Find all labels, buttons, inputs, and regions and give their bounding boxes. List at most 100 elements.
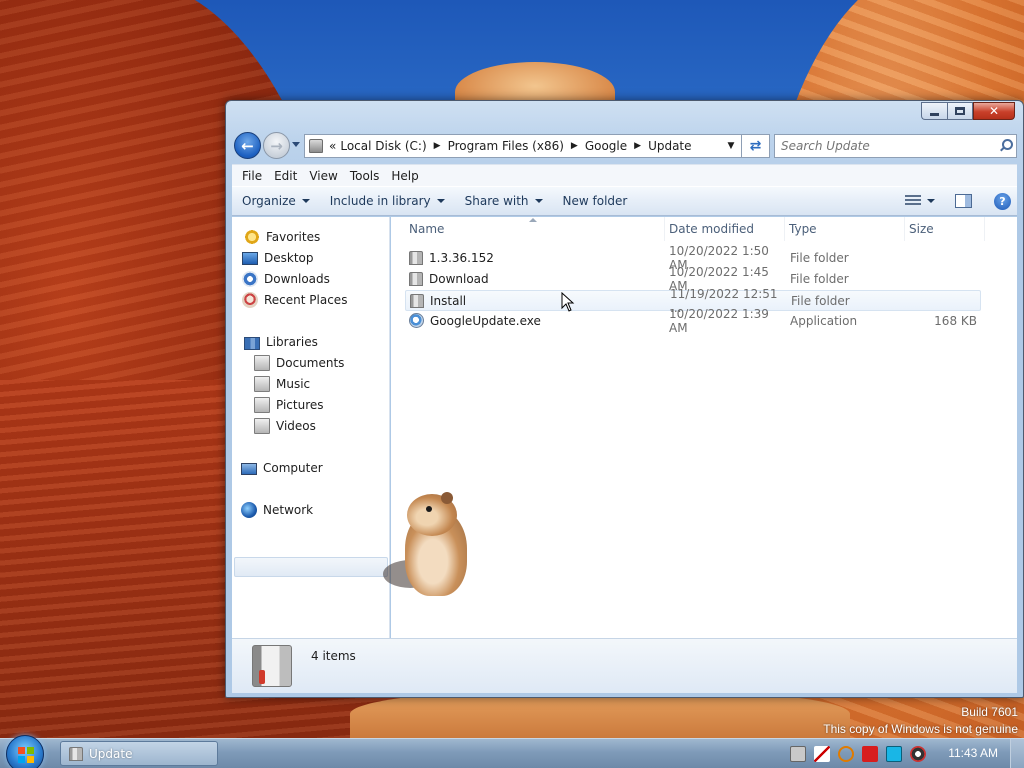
search-icon[interactable] [999, 139, 1013, 153]
start-button[interactable] [6, 735, 44, 768]
hamster-ear [441, 492, 453, 504]
breadcrumb-local-disk[interactable]: Local Disk (C:) [338, 139, 428, 153]
back-button[interactable]: ← [234, 132, 261, 159]
hamster-pet-image[interactable] [383, 490, 473, 600]
navigation-pane: Favorites Desktop Downloads Recent Place… [232, 217, 390, 638]
music-icon [254, 376, 270, 392]
show-desktop-button[interactable] [1010, 739, 1024, 768]
forward-button[interactable]: → [263, 132, 290, 159]
menu-tools[interactable]: Tools [344, 169, 386, 183]
preview-pane-icon[interactable] [955, 194, 972, 208]
back-arrow-icon: ← [241, 136, 254, 155]
refresh-icon: ⇄ [749, 138, 762, 154]
file-name-cell: GoogleUpdate.exe [409, 311, 659, 330]
downloads-icon [242, 271, 258, 287]
breadcrumb-update[interactable]: Update [646, 139, 693, 153]
breadcrumb-program-files[interactable]: Program Files (x86) [446, 139, 566, 153]
desktop-icon [242, 252, 258, 265]
tray-search-icon[interactable] [838, 746, 854, 762]
clock[interactable]: 11:43 AM [948, 746, 998, 760]
nav-downloads[interactable]: Downloads [232, 269, 389, 289]
file-name: Install [430, 293, 467, 308]
chevron-down-icon [534, 199, 543, 203]
menu-help[interactable]: Help [385, 169, 424, 183]
nav-recent-places[interactable]: Recent Places [232, 290, 389, 310]
include-in-library-button[interactable]: Include in library [320, 194, 455, 208]
address-bar[interactable]: « Local Disk (C:) ▶ Program Files (x86) … [304, 134, 742, 158]
new-folder-button[interactable]: New folder [553, 194, 638, 208]
menu-view[interactable]: View [303, 169, 343, 183]
forward-arrow-icon: → [270, 136, 283, 155]
nav-music[interactable]: Music [232, 374, 389, 394]
tray-monitor-icon[interactable] [886, 746, 902, 762]
column-header-type[interactable]: Type [785, 217, 905, 241]
breadcrumb-separator-icon[interactable]: ▶ [629, 141, 646, 151]
nav-documents[interactable]: Documents [232, 353, 389, 373]
nav-computer[interactable] [234, 557, 388, 577]
share-with-button[interactable]: Share with [455, 194, 553, 208]
nav-desktop-label: Desktop [264, 251, 314, 265]
breadcrumb-separator-icon[interactable]: ▶ [429, 141, 446, 151]
nav-videos[interactable]: Videos [232, 416, 389, 436]
maximize-button[interactable] [947, 102, 973, 120]
taskbar-item-label: Update [89, 746, 133, 761]
column-size-label: Size [909, 222, 934, 236]
menu-file[interactable]: File [236, 169, 268, 183]
tray-speaker-icon[interactable] [910, 746, 926, 762]
nav-pictures[interactable]: Pictures [232, 395, 389, 415]
minimize-button[interactable] [921, 102, 947, 120]
table-row[interactable]: GoogleUpdate.exe 10/20/2022 1:39 AM Appl… [405, 307, 981, 335]
nav-favorites[interactable]: Favorites [232, 227, 389, 247]
command-bar-right: ? [905, 192, 1017, 210]
folder-large-icon [252, 645, 292, 687]
organize-label: Organize [242, 194, 296, 208]
minimize-icon [930, 112, 939, 116]
application-icon [409, 313, 424, 328]
file-name-cell: Download [409, 269, 659, 288]
details-pane: 4 items [232, 638, 1017, 693]
breadcrumb-separator-icon[interactable]: ▶ [566, 141, 583, 151]
file-size [906, 291, 978, 310]
tray-app-icon[interactable] [790, 746, 806, 762]
file-name-cell: Install [410, 291, 660, 310]
change-view-icon[interactable] [905, 195, 921, 207]
nav-favorites-label: Favorites [266, 230, 321, 244]
column-header-size[interactable]: Size [905, 217, 985, 241]
nav-recent-places-label: Recent Places [264, 293, 348, 307]
column-headers: Name Date modified Type Size [391, 217, 1017, 241]
file-name: GoogleUpdate.exe [430, 313, 541, 328]
caption-buttons: ✕ [921, 102, 1015, 120]
star-icon [244, 229, 260, 245]
recent-pages-dropdown[interactable] [292, 142, 300, 147]
menu-edit[interactable]: Edit [268, 169, 303, 183]
close-icon: ✕ [988, 104, 1000, 118]
column-header-name[interactable]: Name [405, 217, 665, 241]
nav-videos-label: Videos [276, 419, 316, 433]
file-size [905, 269, 977, 288]
nav-pictures-label: Pictures [276, 398, 324, 412]
breadcrumb-google[interactable]: Google [583, 139, 629, 153]
nav-network[interactable]: Network [232, 500, 389, 520]
close-button[interactable]: ✕ [973, 102, 1015, 120]
nav-libraries-label: Libraries [266, 335, 318, 349]
breadcrumb-overflow[interactable]: « [327, 139, 338, 153]
maximize-icon [955, 107, 965, 115]
nav-libraries[interactable]: Libraries [232, 332, 389, 352]
refresh-button[interactable]: ⇄ [742, 134, 770, 158]
nav-desktop[interactable]: Desktop [232, 248, 389, 268]
organize-button[interactable]: Organize [232, 194, 320, 208]
search-input[interactable] [781, 139, 993, 153]
documents-icon [254, 355, 270, 371]
tray-tools-icon[interactable] [814, 746, 830, 762]
windows-logo-icon [18, 747, 34, 763]
taskbar-item-update[interactable]: Update [60, 741, 218, 766]
folder-icon [409, 250, 423, 265]
tray-flag-icon[interactable] [862, 746, 878, 762]
pictures-icon [254, 397, 270, 413]
view-options-chevron-icon[interactable] [927, 199, 935, 203]
column-header-date[interactable]: Date modified [665, 217, 785, 241]
nav-computer-row[interactable]: Computer [232, 458, 389, 478]
help-icon[interactable]: ? [994, 192, 1011, 210]
address-dropdown-icon[interactable]: ▼ [721, 135, 741, 157]
file-type: File folder [791, 293, 850, 308]
